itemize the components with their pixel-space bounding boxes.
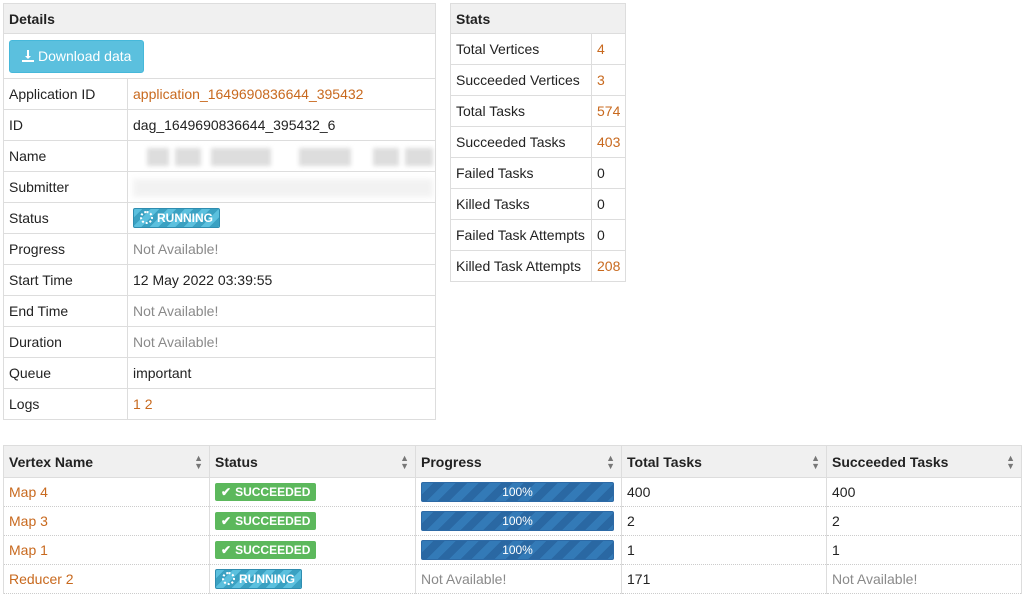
progress-bar: 100% <box>421 540 614 560</box>
stat-key: Killed Task Attempts <box>450 250 592 282</box>
succeeded-tasks-cell: Not Available! <box>826 564 1022 594</box>
name-value-redacted <box>127 140 436 172</box>
status-badge: RUNNING <box>215 569 302 589</box>
end-time-value: Not Available! <box>127 295 436 327</box>
table-row: Map 1 ✔ SUCCEEDED 100% 1 1 <box>3 535 1022 565</box>
sort-icon[interactable]: ▲ ▼ <box>400 454 409 471</box>
column-header-total-tasks[interactable]: Total Tasks ▲ ▼ <box>621 445 827 478</box>
duration-value: Not Available! <box>127 326 436 358</box>
total-tasks-cell: 2 <box>621 506 827 536</box>
stat-key: Total Vertices <box>450 33 592 65</box>
stat-value[interactable]: 3 <box>590 64 627 96</box>
details-panel: Details Download data Application ID app… <box>3 3 436 420</box>
log-link-1[interactable]: 1 <box>133 396 141 412</box>
vertex-name-link[interactable]: Reducer 2 <box>9 571 74 587</box>
dag-id-value: dag_1649690836644_395432_6 <box>127 109 436 141</box>
download-data-button[interactable]: Download data <box>9 39 145 73</box>
detail-key-logs: Logs <box>3 388 128 420</box>
succeeded-tasks-cell: 1 <box>826 535 1022 565</box>
detail-key-progress: Progress <box>3 233 128 265</box>
download-icon <box>22 49 34 62</box>
check-icon: ✔ <box>221 514 232 528</box>
submitter-value-redacted <box>127 171 436 203</box>
detail-key-id: ID <box>3 109 128 141</box>
status-badge: ✔ SUCCEEDED <box>215 483 317 501</box>
stat-key: Failed Tasks <box>450 157 592 189</box>
detail-key-start-time: Start Time <box>3 264 128 296</box>
detail-key-name: Name <box>3 140 128 172</box>
dag-status-badge: RUNNING <box>133 208 220 228</box>
detail-key-submitter: Submitter <box>3 171 128 203</box>
progress-bar: 100% <box>421 482 614 502</box>
stat-value[interactable]: 4 <box>590 33 627 65</box>
stat-key: Succeeded Tasks <box>450 126 592 158</box>
sort-icon[interactable]: ▲ ▼ <box>811 454 820 471</box>
stat-key: Succeeded Vertices <box>450 64 592 96</box>
column-header-vertex-name[interactable]: Vertex Name ▲ ▼ <box>3 445 210 478</box>
stat-value[interactable]: 208 <box>590 250 627 282</box>
stat-value: 0 <box>590 219 627 251</box>
status-badge: ✔ SUCCEEDED <box>215 512 317 530</box>
stats-title: Stats <box>450 3 626 34</box>
spinner-icon <box>140 211 153 224</box>
vertices-table: Vertex Name ▲ ▼ Status ▲ ▼ Progress ▲ ▼ Total … <box>3 445 1022 594</box>
detail-key-application-id: Application ID <box>3 78 128 110</box>
check-icon: ✔ <box>221 543 232 557</box>
queue-value: important <box>127 357 436 389</box>
sort-icon[interactable]: ▲ ▼ <box>606 454 615 471</box>
stats-panel: Stats Total Vertices 4 Succeeded Vertices… <box>450 3 627 282</box>
log-link-2[interactable]: 2 <box>145 396 153 412</box>
table-row: Map 3 ✔ SUCCEEDED 100% 2 2 <box>3 506 1022 536</box>
total-tasks-cell: 1 <box>621 535 827 565</box>
stat-value[interactable]: 574 <box>590 95 627 127</box>
spinner-icon <box>222 572 235 585</box>
detail-key-end-time: End Time <box>3 295 128 327</box>
vertex-name-link[interactable]: Map 3 <box>9 513 48 529</box>
sort-icon[interactable]: ▲ ▼ <box>194 454 203 471</box>
progress-bar: 100% <box>421 511 614 531</box>
vertex-name-link[interactable]: Map 4 <box>9 484 48 500</box>
progress-value: Not Available! <box>127 233 436 265</box>
column-header-status[interactable]: Status ▲ ▼ <box>209 445 416 478</box>
details-title: Details <box>3 3 436 34</box>
succeeded-tasks-cell: 2 <box>826 506 1022 536</box>
stat-key: Total Tasks <box>450 95 592 127</box>
vertex-name-link[interactable]: Map 1 <box>9 542 48 558</box>
column-header-progress[interactable]: Progress ▲ ▼ <box>415 445 622 478</box>
stat-value: 0 <box>590 188 627 220</box>
stat-key: Killed Tasks <box>450 188 592 220</box>
table-row: Reducer 2 RUNNING Not Available! 171 Not… <box>3 564 1022 594</box>
detail-key-status: Status <box>3 202 128 234</box>
stat-key: Failed Task Attempts <box>450 219 592 251</box>
stat-value: 0 <box>590 157 627 189</box>
sort-icon[interactable]: ▲ ▼ <box>1006 454 1015 471</box>
check-icon: ✔ <box>221 485 232 499</box>
detail-key-duration: Duration <box>3 326 128 358</box>
start-time-value: 12 May 2022 03:39:55 <box>127 264 436 296</box>
column-header-succeeded-tasks[interactable]: Succeeded Tasks ▲ ▼ <box>826 445 1022 478</box>
status-badge: ✔ SUCCEEDED <box>215 541 317 559</box>
stat-value[interactable]: 403 <box>590 126 627 158</box>
application-id-link[interactable]: application_1649690836644_395432 <box>133 86 363 102</box>
total-tasks-cell: 400 <box>621 477 827 507</box>
total-tasks-cell: 171 <box>621 564 827 594</box>
succeeded-tasks-cell: 400 <box>826 477 1022 507</box>
progress-cell: Not Available! <box>415 564 622 594</box>
table-row: Map 4 ✔ SUCCEEDED 100% 400 400 <box>3 477 1022 507</box>
detail-key-queue: Queue <box>3 357 128 389</box>
download-data-label: Download data <box>38 47 132 64</box>
